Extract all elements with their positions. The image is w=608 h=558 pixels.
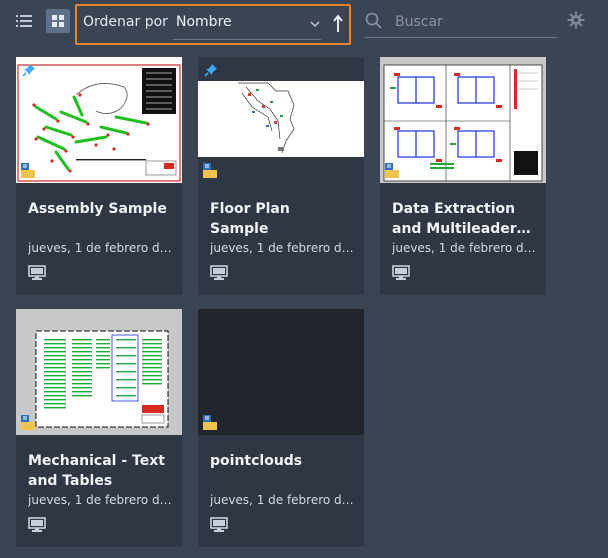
file-title: Assembly Sample <box>28 201 167 217</box>
grid-view-button[interactable] <box>46 9 70 33</box>
monitor-icon <box>392 265 410 280</box>
file-thumbnail <box>16 309 182 435</box>
file-card-pointclouds[interactable]: pointclouds jueves, 1 de febrero de 2024 <box>198 309 364 547</box>
file-date: jueves, 1 de febrero de 2024 <box>210 241 356 255</box>
file-date: jueves, 1 de febrero de 2024 <box>28 493 174 507</box>
grid-view-icon <box>52 15 64 27</box>
arrow-up-icon <box>333 14 343 32</box>
file-date: jueves, 1 de febrero de 2024 <box>210 493 356 507</box>
file-card-mechanical-text-tables[interactable]: Mechanical - Text and Tables jueves, 1 d… <box>16 309 182 547</box>
pin-icon[interactable] <box>22 63 36 77</box>
dwg-file-icon <box>203 415 217 430</box>
file-card-assembly-sample[interactable]: Assembly Sample jueves, 1 de febrero de … <box>16 57 182 295</box>
dwg-file-icon <box>21 415 35 430</box>
dwg-file-icon <box>203 163 217 178</box>
monitor-icon <box>210 517 228 532</box>
file-thumbnail <box>198 309 364 435</box>
search-input[interactable] <box>395 10 553 34</box>
file-title: Data Extraction and Multileader… <box>392 201 531 237</box>
chevron-down-icon <box>310 21 320 28</box>
gear-icon <box>567 11 585 29</box>
list-view-icon <box>16 15 32 27</box>
file-thumbnail <box>16 57 182 183</box>
file-title: pointclouds <box>210 453 303 469</box>
dwg-file-icon <box>385 163 399 178</box>
file-thumbnail <box>380 57 546 183</box>
file-title: Mechanical - Text and Tables <box>28 453 165 489</box>
file-card-floor-plan-sample[interactable]: Floor Plan Sample jueves, 1 de febrero d… <box>198 57 364 295</box>
sort-select[interactable]: Nombre <box>173 10 321 40</box>
sort-direction-button[interactable] <box>331 13 345 35</box>
file-thumbnail <box>198 57 364 183</box>
monitor-icon <box>28 265 46 280</box>
search-icon <box>365 12 382 29</box>
pin-icon[interactable] <box>204 63 218 77</box>
settings-button[interactable] <box>567 11 585 29</box>
file-date: jueves, 1 de febrero de 2024 <box>28 241 174 255</box>
list-view-button[interactable] <box>14 10 36 32</box>
dwg-file-icon <box>21 163 35 178</box>
file-card-data-extraction[interactable]: Data Extraction and Multileader… jueves,… <box>380 57 546 295</box>
monitor-icon <box>28 517 46 532</box>
file-date: jueves, 1 de febrero de 2024 <box>392 241 538 255</box>
search-box <box>365 8 557 38</box>
file-title: Floor Plan Sample <box>210 201 290 237</box>
toolbar: Ordenar por Nombre <box>0 0 608 48</box>
sort-select-value: Nombre <box>176 14 232 30</box>
sort-group: Ordenar por Nombre <box>75 4 351 45</box>
monitor-icon <box>210 265 228 280</box>
sort-label: Ordenar por <box>83 14 168 30</box>
